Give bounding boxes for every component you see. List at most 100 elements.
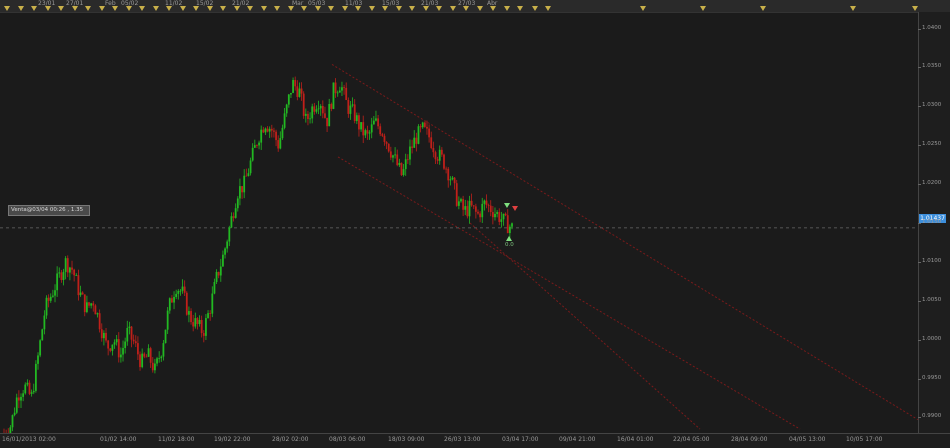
- candle-body: [279, 138, 282, 149]
- event-marker-icon[interactable]: [274, 6, 280, 11]
- top-date-ruler[interactable]: 23/01 27/01 Feb 05/02 11/02 15/02 21/02 Mar 05/0…: [0, 0, 950, 13]
- event-marker-icon[interactable]: [409, 6, 415, 11]
- event-marker-icon[interactable]: [139, 6, 145, 11]
- event-marker-icon[interactable]: [640, 6, 646, 11]
- time-tick-label: 16/01/2013 02:00: [2, 436, 56, 443]
- candle-body: [338, 90, 341, 93]
- event-marker-icon[interactable]: [382, 6, 388, 11]
- event-marker-icon[interactable]: [166, 6, 172, 11]
- candle-body: [100, 329, 103, 339]
- candle-body: [34, 363, 37, 391]
- candle-body: [179, 290, 182, 292]
- event-marker-icon[interactable]: [4, 6, 10, 11]
- event-marker-icon[interactable]: [355, 6, 361, 11]
- candle-body: [366, 130, 369, 134]
- event-marker-icon[interactable]: [342, 6, 348, 11]
- event-marker-icon[interactable]: [463, 6, 469, 11]
- event-marker-icon[interactable]: [58, 6, 64, 11]
- event-marker-icon[interactable]: [477, 6, 483, 11]
- event-marker-icon[interactable]: [423, 6, 429, 11]
- trade-label[interactable]: Venta@03/04 00:26 , 1.35: [8, 205, 90, 216]
- event-marker-icon[interactable]: [517, 6, 523, 11]
- event-marker-icon[interactable]: [247, 6, 253, 11]
- event-marker-icon[interactable]: [261, 6, 267, 11]
- candle-body: [92, 303, 95, 306]
- event-marker-icon[interactable]: [288, 6, 294, 11]
- time-tick-label: 09/04 21:00: [559, 436, 596, 443]
- candle-body: [368, 132, 371, 134]
- candle-body: [415, 137, 418, 144]
- event-marker-icon[interactable]: [193, 6, 199, 11]
- candle-body: [211, 293, 214, 314]
- price-chart-plot[interactable]: [0, 13, 918, 433]
- event-marker-icon[interactable]: [234, 6, 240, 11]
- candle-body: [285, 104, 288, 114]
- candle-body: [466, 206, 469, 217]
- candle-body: [149, 348, 152, 363]
- candle-body: [107, 340, 110, 349]
- event-marker-icon[interactable]: [396, 6, 402, 11]
- candle-body: [130, 326, 133, 340]
- candle-body: [13, 412, 16, 416]
- event-marker-icon[interactable]: [328, 6, 334, 11]
- event-marker-icon[interactable]: [490, 6, 496, 11]
- buy-arrow-icon: [504, 203, 510, 208]
- event-marker-icon[interactable]: [153, 6, 159, 11]
- price-tick-mark: [918, 261, 921, 263]
- candle-body: [489, 205, 492, 213]
- candle-body: [406, 159, 409, 161]
- candle-body: [440, 149, 443, 155]
- candle-body: [266, 128, 269, 132]
- price-tick-label: 1.0250: [922, 141, 942, 148]
- candle-body: [498, 212, 501, 222]
- event-marker-icon[interactable]: [436, 6, 442, 11]
- event-marker-icon[interactable]: [72, 6, 78, 11]
- event-marker-icon[interactable]: [504, 6, 510, 11]
- candle-body: [483, 200, 486, 204]
- candle-body: [30, 392, 33, 394]
- time-tick-label: 10/05 17:00: [846, 436, 883, 443]
- candle-body: [134, 341, 137, 344]
- event-marker-icon[interactable]: [112, 6, 118, 11]
- candle-body: [245, 175, 248, 177]
- candle-body: [64, 258, 67, 272]
- candle-body: [417, 126, 420, 144]
- channel-lower-line: [469, 222, 701, 430]
- event-marker-icon[interactable]: [315, 6, 321, 11]
- candle-body: [324, 113, 326, 118]
- candle-body: [326, 117, 328, 127]
- candle-body: [474, 206, 477, 212]
- event-marker-icon[interactable]: [18, 6, 24, 11]
- price-tick-mark: [918, 300, 921, 302]
- event-marker-icon[interactable]: [220, 6, 226, 11]
- price-tick-label: 1.0100: [922, 257, 942, 264]
- event-marker-icon[interactable]: [99, 6, 105, 11]
- event-marker-icon[interactable]: [85, 6, 91, 11]
- event-marker-icon[interactable]: [207, 6, 213, 11]
- event-marker-icon[interactable]: [450, 6, 456, 11]
- event-marker-icon[interactable]: [369, 6, 375, 11]
- candle-body: [504, 213, 507, 216]
- event-marker-icon[interactable]: [912, 6, 918, 11]
- event-marker-icon[interactable]: [532, 6, 538, 11]
- candle-body: [145, 356, 148, 358]
- event-marker-icon[interactable]: [301, 6, 307, 11]
- candle-body: [105, 332, 107, 341]
- candle-body: [45, 297, 48, 316]
- candle-body: [377, 118, 379, 127]
- candle-body: [302, 93, 305, 116]
- event-marker-icon[interactable]: [45, 6, 51, 11]
- candle-body: [421, 122, 424, 128]
- event-marker-icon[interactable]: [126, 6, 132, 11]
- candle-body: [309, 118, 311, 120]
- candle-body: [268, 128, 271, 132]
- event-marker-icon[interactable]: [545, 6, 551, 11]
- candle-body: [60, 272, 63, 280]
- event-marker-icon[interactable]: [180, 6, 186, 11]
- time-tick-label: 19/02 22:00: [214, 436, 251, 443]
- event-marker-icon[interactable]: [760, 6, 766, 11]
- event-marker-icon[interactable]: [850, 6, 856, 11]
- event-marker-icon[interactable]: [700, 6, 706, 11]
- event-marker-icon[interactable]: [31, 6, 37, 11]
- time-tick-label: 01/02 14:00: [100, 436, 137, 443]
